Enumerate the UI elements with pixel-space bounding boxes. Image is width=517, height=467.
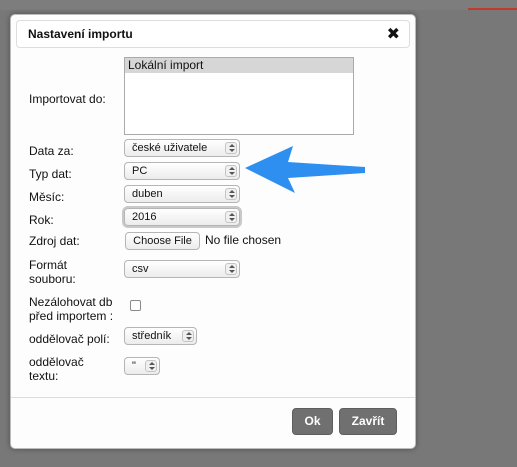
format-select[interactable]: csv bbox=[124, 260, 240, 278]
choose-file-button[interactable]: Choose File bbox=[125, 232, 200, 250]
import-to-option[interactable]: Lokální import bbox=[125, 58, 353, 73]
file-status: No file chosen bbox=[205, 233, 282, 247]
text-separator-select[interactable]: " bbox=[124, 357, 160, 375]
data-type-value: PC bbox=[132, 165, 148, 177]
format-label-line1: Formát bbox=[29, 258, 68, 272]
field-separator-value: středník bbox=[132, 330, 172, 342]
format-value: csv bbox=[132, 263, 149, 275]
import-to-listbox[interactable]: Lokální import bbox=[124, 57, 354, 135]
data-for-value: české uživatele bbox=[132, 142, 208, 154]
ok-button[interactable]: Ok bbox=[292, 408, 333, 435]
select-arrows-icon bbox=[225, 165, 237, 177]
dialog-titlebar: Nastavení importu ✖ bbox=[16, 20, 410, 48]
select-arrows-icon bbox=[225, 263, 237, 275]
no-backup-checkbox[interactable] bbox=[130, 300, 141, 311]
data-type-select[interactable]: PC bbox=[124, 162, 240, 180]
select-arrows-icon bbox=[225, 188, 237, 200]
no-backup-label-line2: před importem : bbox=[29, 309, 114, 323]
format-label-line2: souboru: bbox=[29, 272, 76, 286]
text-separator-value: " bbox=[132, 360, 136, 372]
month-value: duben bbox=[132, 188, 163, 200]
close-button[interactable]: Zavřít bbox=[339, 408, 397, 435]
select-arrows-icon bbox=[145, 360, 157, 372]
year-value: 2016 bbox=[132, 211, 157, 223]
no-backup-label-line1: Nezálohovat db bbox=[29, 295, 113, 309]
month-label: Měsíc: bbox=[29, 190, 65, 204]
select-arrows-icon bbox=[225, 142, 237, 154]
text-separator-label-line2: textu: bbox=[29, 369, 59, 383]
close-icon[interactable]: ✖ bbox=[387, 24, 400, 44]
blue-arrow-icon bbox=[245, 146, 365, 193]
source-label: Zdroj dat: bbox=[29, 234, 80, 248]
data-for-select[interactable]: české uživatele bbox=[124, 139, 240, 157]
import-settings-dialog: Nastavení importu ✖ Importovat do: Lokál… bbox=[10, 14, 416, 449]
field-separator-label: oddělovač polí: bbox=[29, 332, 110, 346]
dialog-title: Nastavení importu bbox=[28, 27, 133, 41]
import-to-label: Importovat do: bbox=[29, 92, 106, 106]
select-arrows-icon bbox=[182, 330, 194, 342]
data-type-label: Typ dat: bbox=[29, 167, 72, 181]
background-red-accent bbox=[468, 8, 517, 10]
year-label: Rok: bbox=[29, 213, 54, 227]
background-top-bar bbox=[0, 0, 517, 10]
footer-divider bbox=[11, 397, 415, 398]
select-arrows-icon bbox=[225, 211, 237, 223]
field-separator-select[interactable]: středník bbox=[124, 327, 197, 345]
text-separator-label-line1: oddělovač bbox=[29, 355, 84, 369]
data-for-label: Data za: bbox=[29, 144, 74, 158]
month-select[interactable]: duben bbox=[124, 185, 240, 203]
year-select[interactable]: 2016 bbox=[124, 208, 240, 226]
